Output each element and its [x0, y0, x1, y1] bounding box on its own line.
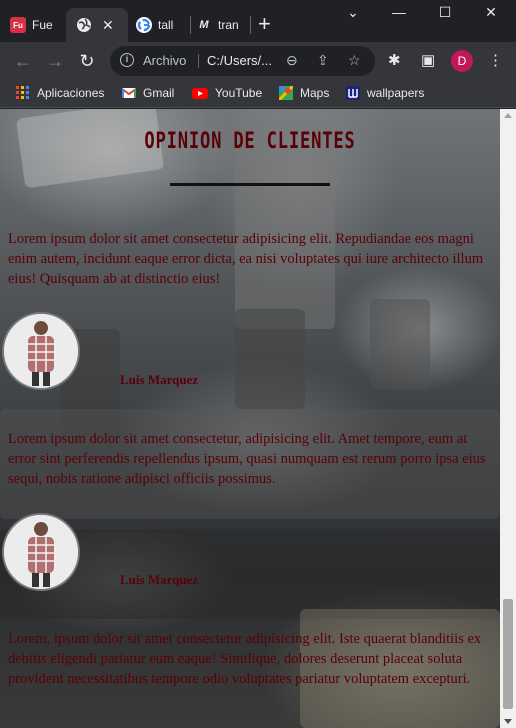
- tab-fuentes[interactable]: Fu Fue: [10, 8, 62, 42]
- m-logo-icon: M: [196, 17, 212, 33]
- side-panel-icon[interactable]: ▣: [421, 51, 435, 69]
- tab-title: tran: [218, 18, 239, 32]
- bookmark-label: Aplicaciones: [37, 86, 105, 100]
- share-icon[interactable]: ⇪: [317, 52, 329, 69]
- scrollbar-thumb[interactable]: [503, 599, 513, 709]
- bookmark-label: Maps: [300, 86, 330, 100]
- tab-tran[interactable]: M tran: [196, 8, 248, 42]
- close-tab-icon[interactable]: ✕: [102, 17, 114, 34]
- title-underline: [170, 183, 330, 186]
- client-name: Luis Marquez: [120, 572, 199, 587]
- profile-avatar[interactable]: D: [451, 50, 473, 72]
- youtube-icon: [192, 88, 208, 99]
- forward-button[interactable]: →: [44, 50, 66, 72]
- gmail-icon: [122, 88, 136, 98]
- zoom-icon[interactable]: ⊖: [286, 52, 298, 69]
- page-viewport: OPINION DE CLIENTES Lorem ipsum dolor si…: [0, 109, 500, 728]
- minimize-button[interactable]: —: [376, 4, 422, 20]
- bookmark-label: Gmail: [143, 86, 175, 100]
- bookmarks-bar: Aplicaciones Gmail YouTube Maps wallpape…: [0, 80, 516, 108]
- bookmark-wallpapers[interactable]: wallpapers: [346, 86, 424, 100]
- client-photo: [2, 513, 80, 591]
- vertical-scrollbar[interactable]: [500, 109, 516, 728]
- client-name: Luis Marquez: [120, 372, 199, 387]
- tab-separator: [250, 16, 251, 34]
- bookmark-label: YouTube: [215, 86, 263, 100]
- bookmark-youtube[interactable]: YouTube: [192, 86, 262, 100]
- close-window-button[interactable]: ✕: [468, 4, 514, 21]
- apps-grid-icon: [16, 86, 29, 99]
- bookmark-maps[interactable]: Maps: [279, 86, 329, 100]
- maps-icon: [279, 86, 293, 100]
- globe-icon: [76, 17, 92, 33]
- wallpapers-icon: [346, 86, 360, 100]
- bookmark-gmail[interactable]: Gmail: [122, 86, 174, 100]
- new-tab-button[interactable]: +: [258, 13, 271, 35]
- scroll-up-arrow-icon[interactable]: [504, 113, 512, 118]
- section-title: OPINION DE CLIENTES: [144, 129, 356, 154]
- intro-review-text: Lorem ipsum dolor sit amet consectetur a…: [8, 231, 484, 287]
- background-image: [235, 309, 305, 409]
- reload-button[interactable]: ↻: [76, 50, 98, 72]
- maximize-button[interactable]: ☐: [422, 4, 468, 21]
- tab-google[interactable]: tall: [136, 8, 188, 42]
- google-icon: [136, 17, 152, 33]
- tab-strip: Fu Fue ✕ tall M tran + ⌄ — ☐ ✕: [0, 0, 516, 42]
- bookmark-star-icon[interactable]: ☆: [348, 52, 361, 69]
- browser-toolbar: ← → ↻ i Archivo C:/Users/... ⊖ ⇪ ☆ ✱ ▣ D…: [0, 42, 516, 80]
- omnibox-divider: [198, 54, 199, 68]
- tab-separator: [190, 16, 191, 34]
- tab-title: tall: [158, 18, 174, 32]
- scroll-down-arrow-icon[interactable]: [504, 719, 512, 724]
- client-photo: [2, 312, 80, 390]
- address-bar[interactable]: i Archivo C:/Users/... ⊖ ⇪ ☆: [110, 46, 375, 76]
- red-logo-icon: Fu: [10, 17, 26, 33]
- url-text[interactable]: C:/Users/...: [207, 53, 272, 68]
- extensions-puzzle-icon[interactable]: ✱: [388, 51, 401, 69]
- review-text: Lorem ipsum dolor sit amet consectetur, …: [8, 431, 486, 487]
- background-image: [370, 299, 430, 389]
- back-button[interactable]: ←: [12, 50, 34, 72]
- review-text: Lorem, ipsum dolor sit amet consectetur …: [8, 631, 482, 687]
- menu-kebab-icon[interactable]: ⋮: [488, 51, 503, 69]
- bookmark-label: wallpapers: [367, 86, 425, 100]
- tab-search-chevron-icon[interactable]: ⌄: [330, 4, 376, 21]
- security-label: Archivo: [143, 53, 187, 68]
- tab-title: Fue: [32, 18, 53, 32]
- bookmark-apps[interactable]: Aplicaciones: [16, 86, 104, 100]
- info-icon[interactable]: i: [120, 53, 134, 67]
- tab-current[interactable]: ✕: [66, 8, 128, 42]
